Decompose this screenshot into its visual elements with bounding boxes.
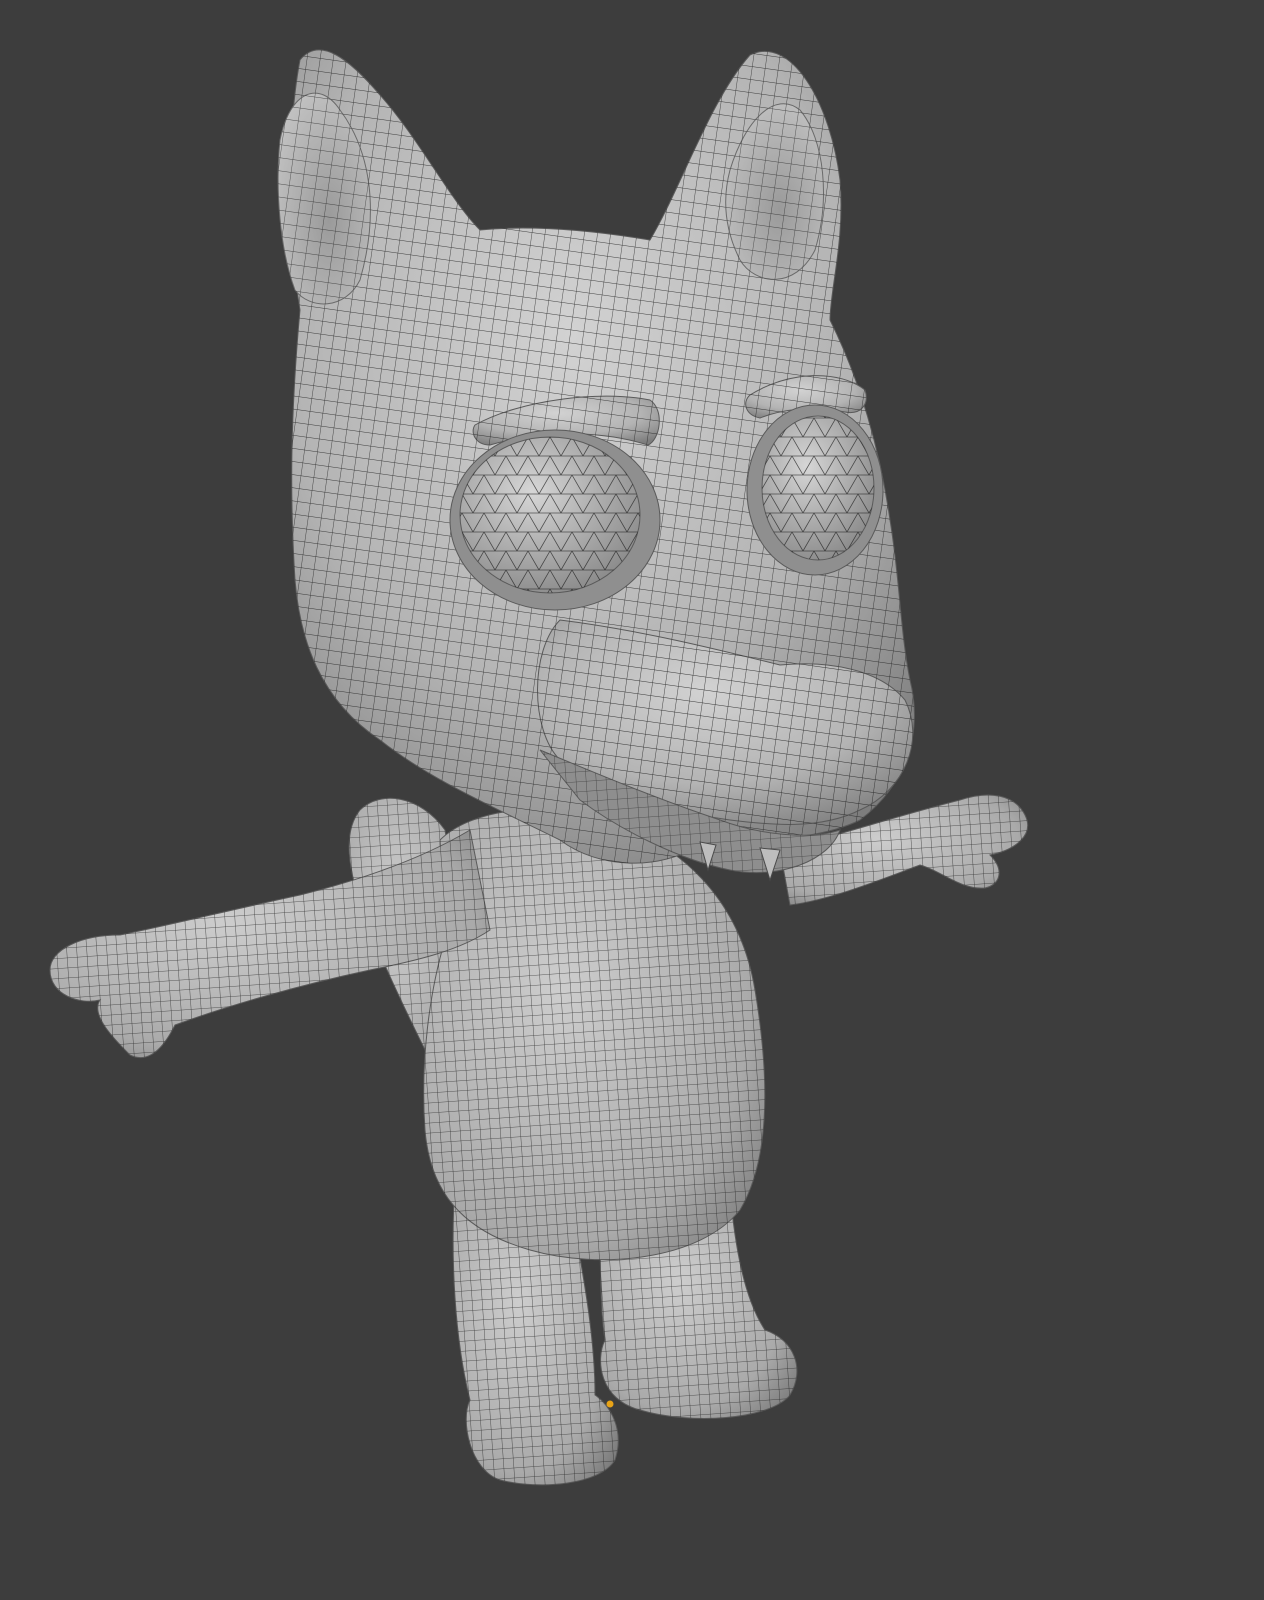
viewport-canvas[interactable] (0, 0, 1264, 1600)
left-eyeball-mesh[interactable] (459, 436, 641, 594)
right-eyeball-mesh[interactable] (761, 415, 875, 561)
object-origin-point[interactable] (606, 1400, 614, 1408)
3d-viewport[interactable] (0, 0, 1264, 1600)
